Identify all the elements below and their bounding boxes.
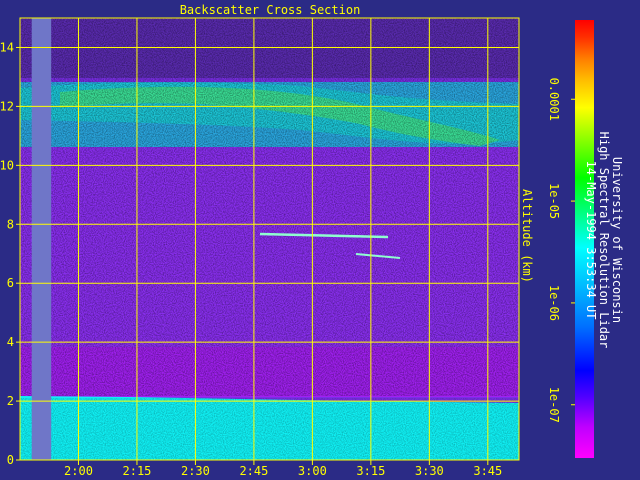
x-tick-label: 2:30 (181, 464, 210, 478)
noise-overlay-boundary (20, 398, 519, 460)
timestamp-label: 14-May-1994 3:53:34 UT (584, 161, 598, 320)
data-gap (31, 18, 52, 460)
y-tick-label: 6 (7, 276, 14, 290)
x-tick-label: 3:30 (415, 464, 444, 478)
lidar-figure: Backscatter Cross Section 0 2 4 6 8 10 12 14 2:… (0, 3, 624, 478)
colorbar-tick-label: 0.0001 (547, 78, 561, 121)
y-tick-label: 10 (0, 158, 14, 172)
x-tick-label: 3:00 (298, 464, 327, 478)
colorbar-tick-label: 1e-05 (547, 183, 561, 219)
x-tick-label: 3:15 (356, 464, 385, 478)
colorbar-ticks: 1e-07 1e-06 1e-05 0.0001 (547, 78, 575, 423)
y-tick-label: 4 (7, 335, 14, 349)
y-axis: 0 2 4 6 8 10 12 14 (0, 40, 20, 467)
y-tick-label: 8 (7, 217, 14, 231)
colorbar-tick-label: 1e-07 (547, 387, 561, 423)
y-axis-label: Altitude (km) (520, 189, 534, 283)
y-tick-label: 0 (7, 453, 14, 467)
x-tick-label: 2:00 (64, 464, 93, 478)
noise-overlay (20, 18, 519, 396)
instrument-label: High Spectral Resolution Lidar (597, 132, 611, 349)
x-tick-label: 2:15 (123, 464, 152, 478)
chart-title: Backscatter Cross Section (180, 3, 361, 17)
backscatter-heatmap (20, 18, 519, 460)
x-tick-label: 3:45 (473, 464, 502, 478)
colorbar-tick-label: 1e-06 (547, 285, 561, 321)
x-tick-label: 2:45 (239, 464, 268, 478)
x-axis: 2:00 2:15 2:30 2:45 3:00 3:15 3:30 3:45 (64, 460, 502, 478)
y-tick-label: 14 (0, 40, 14, 54)
institution-label: University of Wisconsin (610, 157, 624, 323)
y-tick-label: 12 (0, 99, 14, 113)
y-tick-label: 2 (7, 394, 14, 408)
